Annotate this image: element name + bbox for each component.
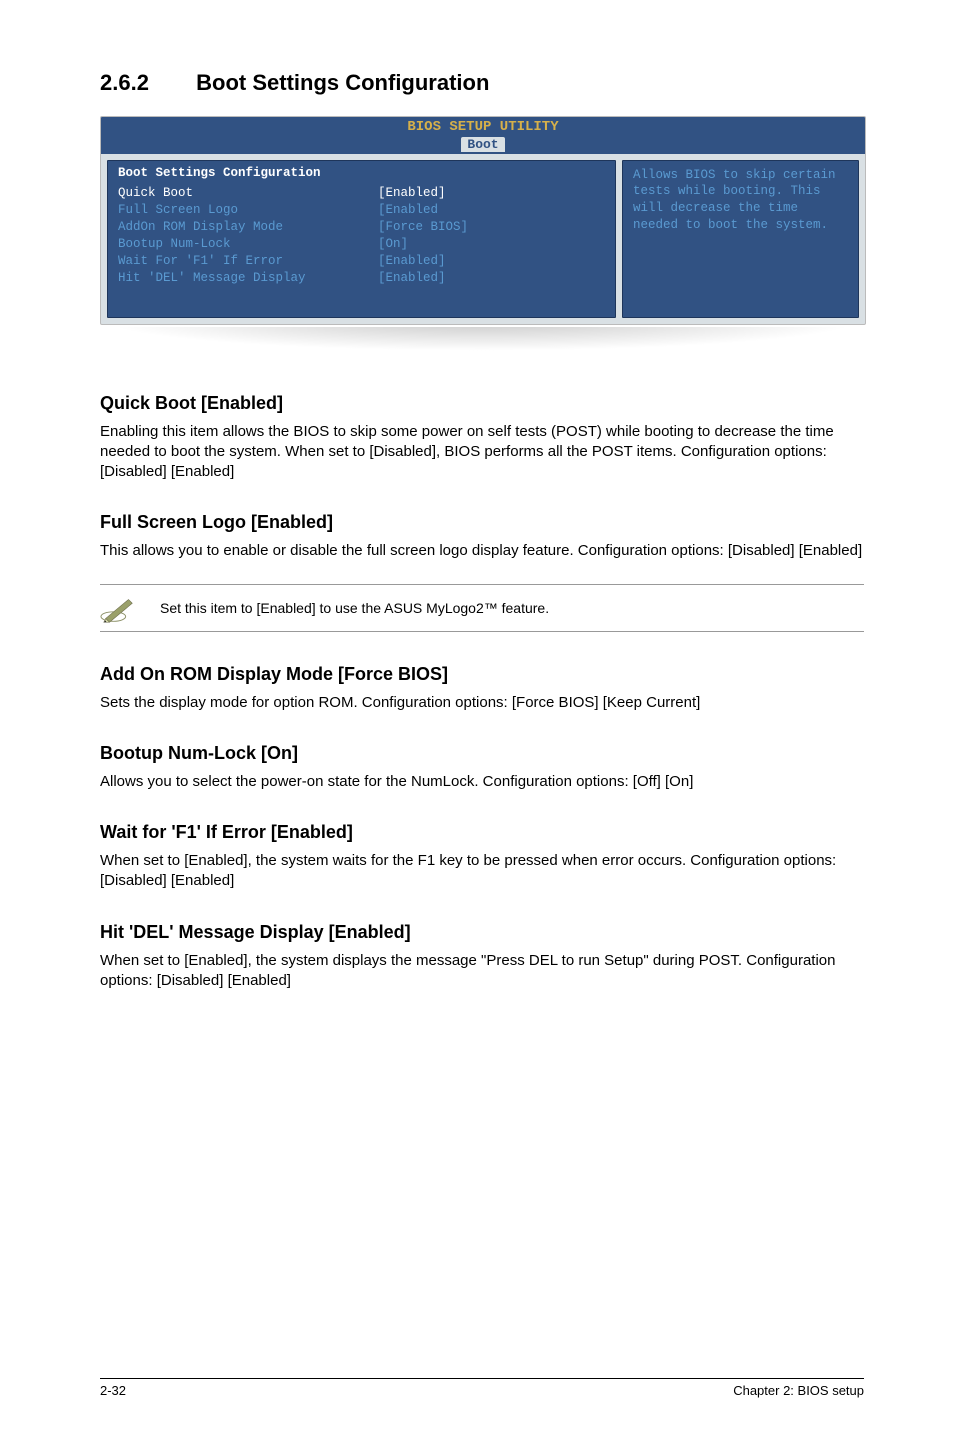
bios-title-bar: BIOS SETUP UTILITY Boot (101, 117, 865, 154)
bios-shadow (100, 327, 864, 351)
bios-item-label: Wait For 'F1' If Error (118, 253, 378, 270)
bios-utility-title: BIOS SETUP UTILITY (101, 119, 865, 136)
text-full-screen-logo: This allows you to enable or disable the… (100, 541, 864, 561)
bios-item-label: AddOn ROM Display Mode (118, 219, 378, 236)
section-title: Boot Settings Configuration (196, 70, 489, 95)
heading-hit-del: Hit 'DEL' Message Display [Enabled] (100, 922, 864, 943)
bios-tab-boot: Boot (461, 137, 504, 153)
heading-full-screen-logo: Full Screen Logo [Enabled] (100, 512, 864, 533)
bios-panel-title: Boot Settings Configuration (118, 165, 605, 182)
bios-left-panel: Boot Settings Configuration Quick Boot [… (107, 160, 616, 318)
bios-body: Boot Settings Configuration Quick Boot [… (101, 154, 865, 324)
bios-item-value: [On] (378, 236, 408, 253)
heading-bootup-numlock: Bootup Num-Lock [On] (100, 743, 864, 764)
footer-page-number: 2-32 (100, 1383, 126, 1398)
bios-item-label: Bootup Num-Lock (118, 236, 378, 253)
heading-quick-boot: Quick Boot [Enabled] (100, 393, 864, 414)
bios-help-panel: Allows BIOS to skip certain tests while … (622, 160, 859, 318)
heading-wait-f1: Wait for 'F1' If Error [Enabled] (100, 822, 864, 843)
bios-item-label: Full Screen Logo (118, 202, 378, 219)
section-number: 2.6.2 (100, 70, 190, 96)
pencil-icon (100, 593, 138, 623)
text-hit-del: When set to [Enabled], the system displa… (100, 951, 864, 992)
section-heading: 2.6.2 Boot Settings Configuration (100, 70, 864, 96)
bios-row: Quick Boot [Enabled] (118, 185, 605, 202)
text-addon-rom: Sets the display mode for option ROM. Co… (100, 693, 864, 713)
text-wait-f1: When set to [Enabled], the system waits … (100, 851, 864, 892)
bios-item-label: Hit 'DEL' Message Display (118, 270, 378, 287)
bios-item-value: [Enabled (378, 202, 438, 219)
bios-item-label: Quick Boot (118, 185, 378, 202)
bios-item-value: [Force BIOS] (378, 219, 468, 236)
bios-screenshot: BIOS SETUP UTILITY Boot Boot Settings Co… (100, 116, 866, 325)
bios-item-value: [Enabled] (378, 270, 446, 287)
bios-row: Bootup Num-Lock [On] (118, 236, 605, 253)
heading-addon-rom: Add On ROM Display Mode [Force BIOS] (100, 664, 864, 685)
page-footer: 2-32 Chapter 2: BIOS setup (100, 1378, 864, 1398)
bios-row: Hit 'DEL' Message Display [Enabled] (118, 270, 605, 287)
bios-row: AddOn ROM Display Mode [Force BIOS] (118, 219, 605, 236)
text-quick-boot: Enabling this item allows the BIOS to sk… (100, 422, 864, 483)
bios-row: Wait For 'F1' If Error [Enabled] (118, 253, 605, 270)
bios-item-value: [Enabled] (378, 185, 446, 202)
footer-chapter: Chapter 2: BIOS setup (733, 1383, 864, 1398)
bios-item-value: [Enabled] (378, 253, 446, 270)
note-box: Set this item to [Enabled] to use the AS… (100, 584, 864, 632)
note-text: Set this item to [Enabled] to use the AS… (160, 599, 549, 617)
bios-help-text: Allows BIOS to skip certain tests while … (633, 168, 836, 233)
text-bootup-numlock: Allows you to select the power-on state … (100, 772, 864, 792)
bios-row: Full Screen Logo [Enabled (118, 202, 605, 219)
